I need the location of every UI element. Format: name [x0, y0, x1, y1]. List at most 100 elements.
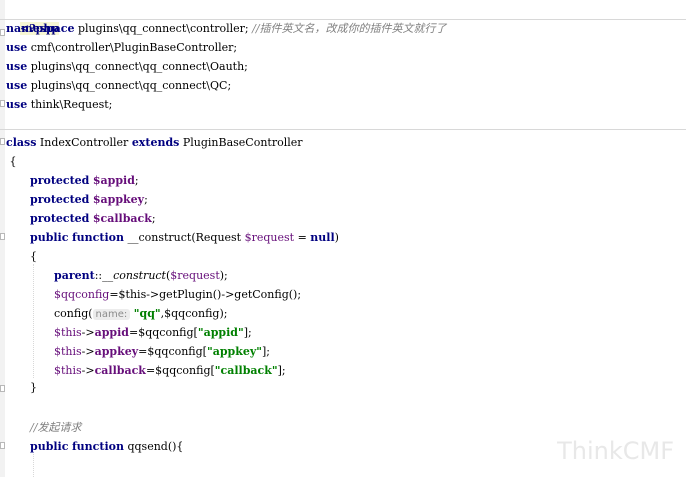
code-line[interactable]: <?php — [6, 0, 60, 35]
arrow-operator: -> — [81, 364, 95, 377]
function-call: config( — [54, 307, 93, 320]
fold-marker-icon[interactable] — [0, 100, 5, 107]
keyword: use — [6, 41, 28, 54]
comment: //发起请求 — [30, 421, 82, 434]
expression: ]; — [277, 364, 286, 377]
keyword: public — [30, 440, 69, 453]
brace: { — [30, 250, 37, 263]
code-line[interactable]: { — [6, 152, 17, 171]
expression: =$qqconfig[ — [138, 345, 207, 358]
variable: $request — [170, 269, 220, 282]
code-editor[interactable]: <?php namespace plugins\qq_connect\contr… — [0, 0, 686, 477]
keyword: public — [30, 231, 69, 244]
import-path: plugins\qq_connect\qq_connect\QC; — [27, 79, 232, 92]
code-line[interactable]: $this->appid=$qqconfig["appid"]; — [54, 323, 252, 342]
brace: } — [30, 381, 37, 394]
fold-marker-icon[interactable] — [0, 29, 5, 36]
code-line[interactable]: protected $callback; — [30, 209, 156, 228]
variable: $qqconfig — [54, 288, 110, 301]
keyword: protected — [30, 212, 90, 225]
string-literal: "qq" — [133, 307, 161, 320]
parent-class-name: PluginBaseController — [179, 136, 303, 149]
property-ref: appkey — [94, 345, 139, 358]
indent-guide — [33, 454, 34, 477]
method-signature: __construct(Request — [123, 231, 245, 244]
code-line[interactable]: parent::__construct($request); — [54, 266, 228, 285]
string-literal: "appkey" — [206, 345, 262, 358]
code-line[interactable]: use cmf\controller\PluginBaseController; — [6, 38, 237, 57]
keyword: namespace — [6, 22, 75, 35]
code-line[interactable]: } — [30, 378, 37, 397]
semicolon: ; — [151, 212, 156, 225]
class-name: IndexController — [36, 136, 132, 149]
namespace-path: plugins\qq_connect\controller; — [74, 22, 253, 35]
code-line[interactable]: public function qqsend(){ — [30, 437, 183, 456]
arrow-operator: -> — [81, 326, 95, 339]
expression: ,$qqconfig); — [160, 307, 228, 320]
expression: ]; — [243, 326, 252, 339]
code-line[interactable]: use plugins\qq_connect\qq_connect\Oauth; — [6, 57, 248, 76]
import-path: cmf\controller\PluginBaseController; — [27, 41, 238, 54]
code-line[interactable]: config(name: "qq",$qqconfig); — [54, 304, 227, 323]
code-line[interactable]: $this->appkey=$qqconfig["appkey"]; — [54, 342, 270, 361]
keyword: parent — [54, 269, 95, 282]
code-line[interactable]: $qqconfig=$this->getPlugin()->getConfig(… — [54, 285, 301, 304]
keyword: class — [6, 136, 37, 149]
variable: $this — [54, 345, 82, 358]
string-literal: "callback" — [214, 364, 278, 377]
code-line[interactable]: public function __construct(Request $req… — [30, 228, 339, 247]
fold-marker-icon[interactable] — [0, 385, 5, 392]
code-line[interactable]: protected $appkey; — [30, 190, 148, 209]
paren: ) — [334, 231, 339, 244]
expression: =$qqconfig[ — [129, 326, 198, 339]
indent-guide — [33, 264, 34, 378]
expression: =$this->getPlugin()->getConfig(); — [109, 288, 302, 301]
keyword: use — [6, 79, 28, 92]
fold-marker-icon[interactable] — [0, 138, 5, 145]
method-separator — [0, 129, 686, 130]
code-line[interactable]: { — [30, 247, 37, 266]
keyword: null — [310, 231, 335, 244]
variable: $request — [244, 231, 295, 244]
code-line[interactable]: use plugins\qq_connect\qq_connect\QC; — [6, 76, 231, 95]
brace: { — [6, 155, 17, 168]
keyword: extends — [131, 136, 180, 149]
watermark: ThinkCMF — [557, 437, 674, 465]
scope-operator: :: — [94, 269, 103, 282]
expression: ]; — [261, 345, 270, 358]
method-signature: qqsend(){ — [123, 440, 184, 453]
keyword: use — [6, 98, 28, 111]
variable: $this — [54, 326, 82, 339]
parameter-hint: name: — [92, 309, 131, 320]
operator: = — [294, 231, 311, 244]
property-callback: $callback — [92, 212, 152, 225]
property-ref: callback — [94, 364, 146, 377]
method-call: __construct — [102, 269, 166, 282]
fold-marker-icon[interactable] — [0, 233, 5, 240]
property-ref: appid — [94, 326, 129, 339]
import-path: plugins\qq_connect\qq_connect\Oauth; — [27, 60, 248, 73]
code-line[interactable]: use think\Request; — [6, 95, 112, 114]
code-line[interactable]: namespace plugins\qq_connect\controller;… — [6, 19, 447, 38]
comment: //插件英文名，改成你的插件英文就行了 — [252, 22, 447, 35]
property-appid: $appid — [92, 174, 135, 187]
code-line[interactable]: protected $appid; — [30, 171, 139, 190]
arrow-operator: -> — [81, 345, 95, 358]
keyword: function — [71, 440, 124, 453]
property-appkey: $appkey — [92, 193, 145, 206]
semicolon: ; — [134, 174, 139, 187]
semicolon: ; — [144, 193, 148, 206]
string-literal: "appid" — [197, 326, 244, 339]
fold-marker-icon[interactable] — [0, 442, 5, 449]
expression: =$qqconfig[ — [145, 364, 215, 377]
paren: ); — [219, 269, 228, 282]
code-line[interactable]: //发起请求 — [30, 418, 81, 437]
keyword: protected — [30, 174, 90, 187]
keyword: protected — [30, 193, 90, 206]
code-line[interactable]: $this->callback=$qqconfig["callback"]; — [54, 361, 286, 380]
code-line[interactable]: class IndexController extends PluginBase… — [6, 133, 303, 152]
keyword: function — [71, 231, 124, 244]
import-path: think\Request; — [27, 98, 113, 111]
keyword: use — [6, 60, 28, 73]
variable: $this — [54, 364, 82, 377]
